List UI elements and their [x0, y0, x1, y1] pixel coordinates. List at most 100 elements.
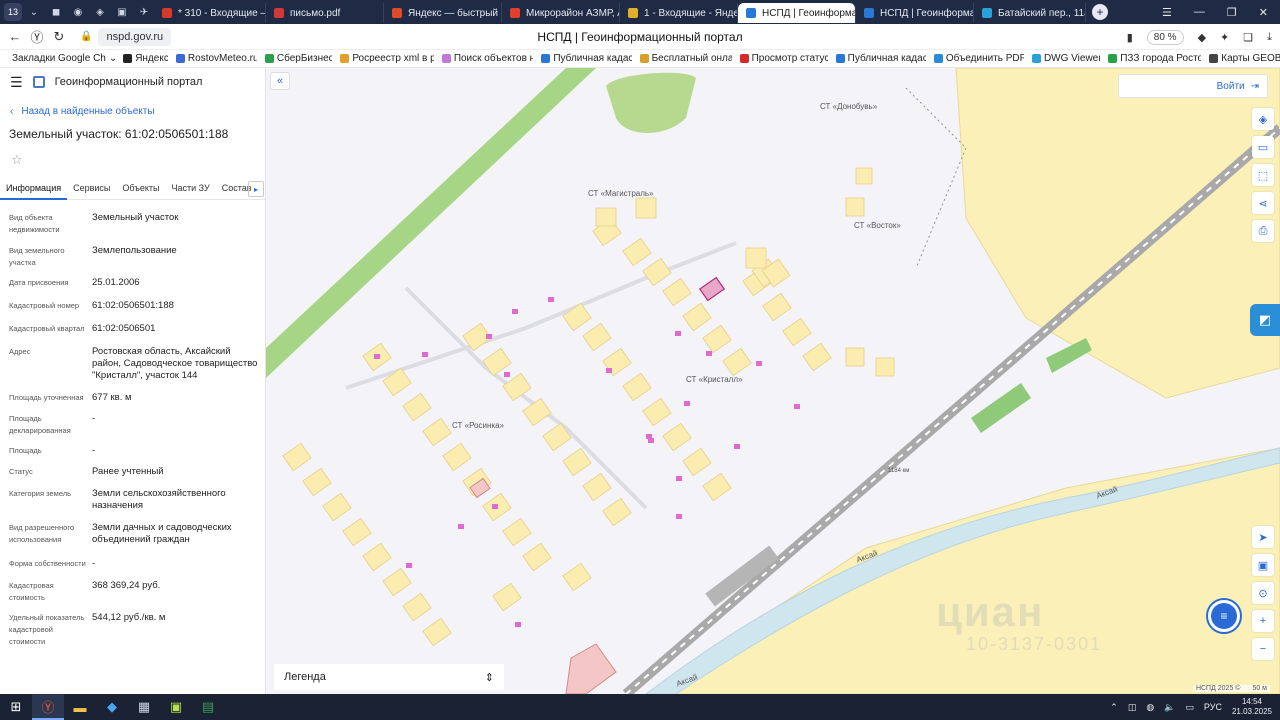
taskbar-yandex-browser-icon[interactable]: Ⓨ	[32, 694, 64, 720]
bookmark-icon[interactable]: ▮	[1127, 31, 1133, 44]
bookmark-item[interactable]: Просмотр статус	[739, 53, 828, 64]
chat-fab-button[interactable]: ≡	[1206, 598, 1242, 634]
tabs-scroll-right-icon[interactable]: ▸	[248, 181, 264, 197]
geolocation-icon[interactable]: ➤	[1252, 526, 1274, 548]
browser-tab[interactable]: Яндекс — быстрый по	[384, 3, 502, 23]
tab-counter-button[interactable]: 13	[4, 3, 22, 21]
tab-list-chevron-icon[interactable]: ⌄	[24, 3, 44, 21]
browser-tab[interactable]: 1 - Входящие - Яндек	[620, 3, 738, 23]
clock[interactable]: 14:54 21.03.2025	[1232, 697, 1272, 717]
tab-label: 1 - Входящие - Яндек	[644, 7, 738, 19]
tab-information[interactable]: Информация	[0, 180, 68, 200]
road	[345, 241, 737, 390]
legend-dropdown[interactable]: Легенда ⇕	[274, 664, 504, 690]
back-to-results-link[interactable]: ‹ Назад в найденные объекты	[10, 106, 155, 117]
tab-label: Микрорайон АЗМР, А	[526, 7, 620, 19]
bookmark-item[interactable]: Публичная кадас	[835, 53, 926, 64]
pinned-tab-app-icon[interactable]: ◈	[90, 3, 110, 21]
reload-icon[interactable]: ↻	[48, 29, 70, 45]
zoom-in-icon[interactable]: +	[1252, 610, 1274, 632]
collapse-panel-button[interactable]: «	[270, 72, 290, 90]
bookmark-item[interactable]: Поиск объектов н	[441, 53, 533, 64]
yandex-home-icon[interactable]: Ⓨ	[26, 27, 48, 46]
road	[404, 286, 648, 510]
bookmark-item[interactable]: RostovMeteo.ru	[175, 53, 257, 64]
browser-tab[interactable]: Микрорайон АЗМР, А	[502, 3, 620, 23]
tab-label: НСПД | Геоинформа	[762, 7, 856, 19]
pinned-tab-plane-icon[interactable]: ✈	[134, 3, 154, 21]
browser-tab[interactable]: * 310 - Входящие — Я	[154, 3, 266, 23]
bookmark-item[interactable]: Объединить PDF	[933, 53, 1024, 64]
menu-icon[interactable]: ☰	[1162, 6, 1172, 19]
minimap-icon[interactable]: ▣	[1252, 554, 1274, 576]
tray-battery-icon[interactable]: ▭	[1185, 702, 1194, 713]
bookmark-item[interactable]: DWG Viewer	[1031, 53, 1100, 64]
pinned-tab-whatsapp-icon[interactable]: ◉	[68, 3, 88, 21]
tray-wifi-icon[interactable]: ◍	[1146, 702, 1154, 713]
map-toolbar-top: ◈ ▭ ⬚ ⋖ ⎙	[1252, 108, 1274, 242]
portal-logo-icon	[32, 76, 45, 88]
bookmark-item[interactable]: Закладки Google Ch⌄	[12, 53, 115, 64]
bookmark-item[interactable]: Публичная кадас	[541, 53, 632, 64]
close-window-icon[interactable]: ✕	[1259, 6, 1268, 19]
start-windows-icon[interactable]: ⊞	[0, 694, 32, 720]
tab-parcel-parts[interactable]: Части ЗУ	[166, 180, 216, 200]
new-tab-button[interactable]: +	[1092, 4, 1108, 20]
tray-network-icon[interactable]: ◫	[1128, 702, 1137, 713]
extension-icon[interactable]: ◆	[1198, 31, 1206, 44]
download-icon[interactable]: ⤓	[1267, 31, 1272, 44]
taskbar-file-explorer-icon[interactable]: ▬	[64, 694, 96, 720]
tab-objects[interactable]: Объекты	[116, 180, 165, 200]
pinned-tab-terminal-icon[interactable]: ▣	[112, 3, 132, 21]
tab-label: Яндекс — быстрый по	[408, 7, 502, 19]
select-area-icon[interactable]: ⬚	[1252, 164, 1274, 186]
tab-label: * 310 - Входящие — Я	[178, 7, 265, 19]
collections-icon[interactable]: ❏	[1243, 31, 1253, 44]
clock-time: 14:54	[1241, 697, 1262, 706]
zoom-out-icon[interactable]: −	[1252, 638, 1274, 660]
browser-tab-active[interactable]: НСПД | Геоинформа ✕	[738, 3, 856, 23]
hamburger-menu-icon[interactable]: ☰	[10, 74, 23, 91]
bookmark-item[interactable]: ПЗЗ города Росто	[1108, 53, 1201, 64]
tab-favicon-icon	[274, 8, 284, 18]
taskbar-calculator-icon[interactable]: ▦	[128, 694, 160, 720]
bookmark-item[interactable]: Бесплатный онла	[639, 53, 732, 64]
login-button[interactable]: Войти ⇥	[1118, 74, 1268, 98]
bookmark-item[interactable]: Росреестр xml в р	[340, 53, 434, 64]
tray-volume-icon[interactable]: 🔈	[1164, 702, 1175, 713]
browser-tab[interactable]: НСПД | Геоинформац	[856, 3, 974, 23]
print-icon[interactable]: ⎙	[1252, 220, 1274, 242]
favorite-star-icon[interactable]: ☆	[11, 152, 23, 168]
pinned-tab-messenger-icon[interactable]: ◼	[46, 3, 66, 21]
taskbar-drop-icon[interactable]: ◆	[96, 694, 128, 720]
map-canvas[interactable]	[266, 68, 1280, 694]
green-strip	[266, 68, 596, 378]
lock-icon[interactable]: 🔒	[80, 31, 92, 42]
zoom-level[interactable]: 80 %	[1146, 29, 1184, 45]
taskbar-app-green-icon[interactable]: ▣	[160, 694, 192, 720]
tab-services[interactable]: Сервисы	[67, 180, 116, 200]
map-toolbar-bottom: ➤ ▣ ⊙ + −	[1252, 526, 1274, 660]
back-arrow-icon[interactable]: ←	[4, 29, 26, 44]
browser-tab[interactable]: Батайский пер., 11а -	[974, 3, 1086, 23]
minimize-icon[interactable]: —	[1194, 6, 1205, 18]
bookmark-item[interactable]: Яндекс	[123, 53, 168, 64]
browser-tab[interactable]: письмо.pdf	[266, 3, 384, 23]
layers-icon[interactable]: ◈	[1252, 108, 1274, 130]
share-icon[interactable]: ⋖	[1252, 192, 1274, 214]
language-indicator[interactable]: РУС	[1204, 702, 1222, 712]
restore-icon[interactable]: ❐	[1227, 6, 1237, 19]
tray-chevron-up-icon[interactable]: ⌃	[1110, 702, 1118, 713]
green-park	[606, 72, 696, 133]
chevron-left-icon: ‹	[10, 106, 14, 117]
bookmark-item[interactable]: СберБизнес	[264, 53, 332, 64]
url-field[interactable]: nspd.gov.ru	[98, 27, 172, 46]
taskbar-excel-icon[interactable]: ▤	[192, 694, 224, 720]
cadastral-map[interactable]: СТ «Донобувь» СТ «Магистраль» СТ «Восток…	[266, 68, 1280, 694]
portal-title: Геоинформационный портал	[54, 76, 203, 88]
bookmark-item[interactable]: Карты GEOB	[1209, 53, 1280, 64]
puzzle-icon[interactable]: ✦	[1220, 31, 1229, 44]
side-panel-toggle-icon[interactable]: ◩	[1250, 304, 1280, 336]
compass-icon[interactable]: ⊙	[1252, 582, 1274, 604]
ruler-icon[interactable]: ▭	[1252, 136, 1274, 158]
